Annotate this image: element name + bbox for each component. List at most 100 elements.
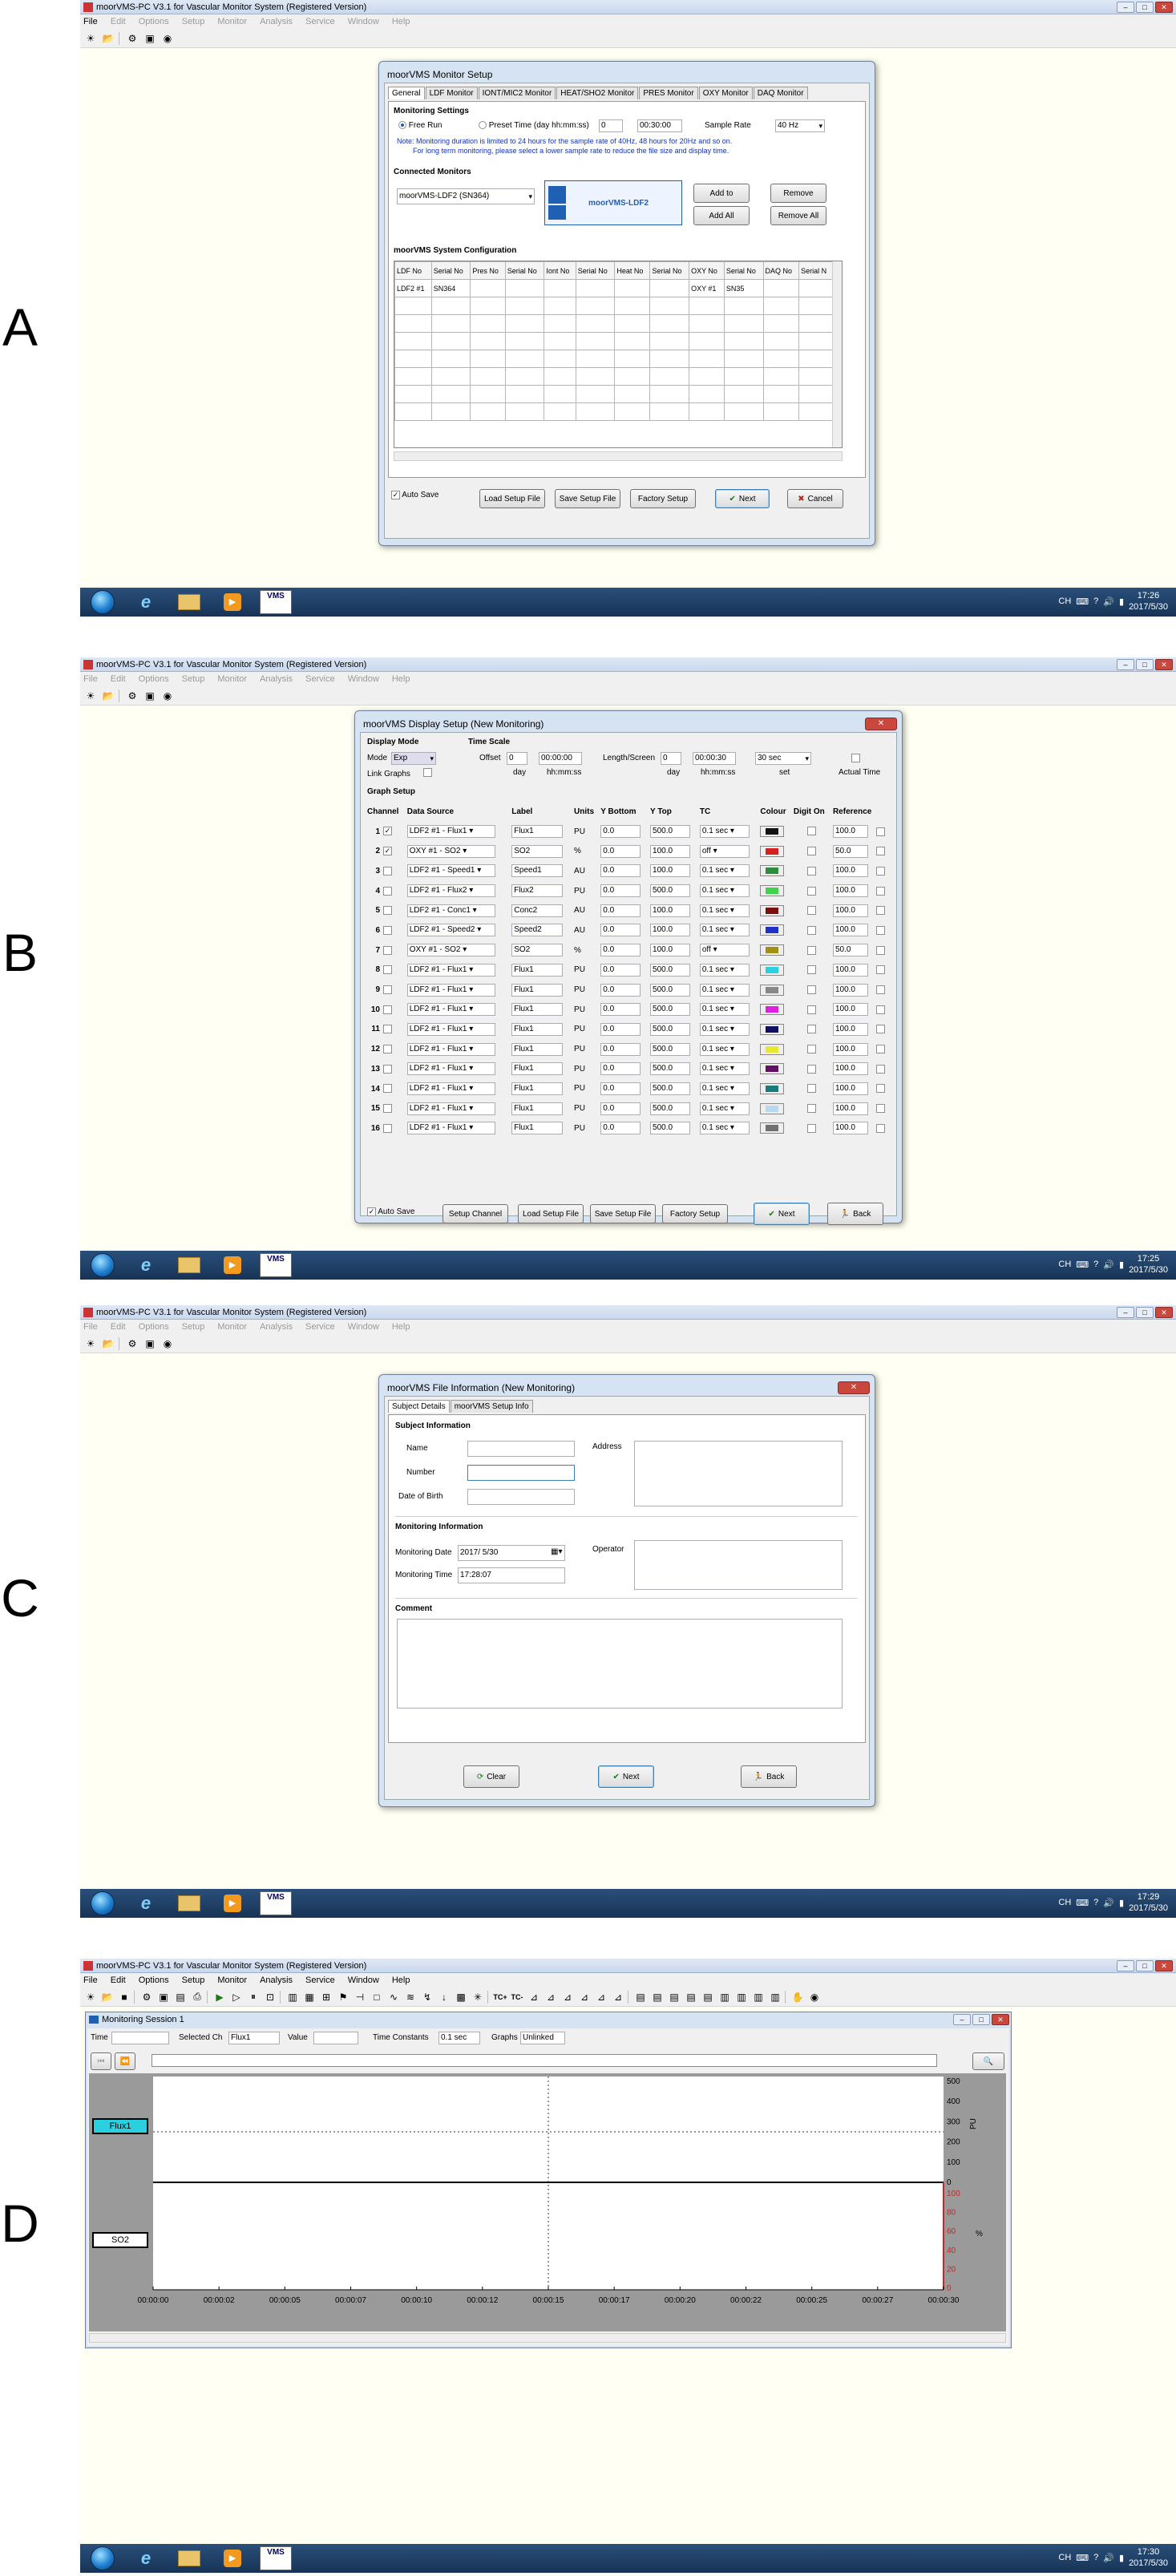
config-cell[interactable]	[723, 402, 764, 421]
flag-icon[interactable]: ⚑	[336, 1990, 350, 2004]
add-to-button[interactable]: Add to	[693, 184, 750, 203]
preset-time-option[interactable]: Preset Time (day hh:mm:ss)	[479, 121, 589, 130]
seconds-select[interactable]: 30 sec	[755, 752, 811, 765]
time-constant-select[interactable]: 0.1 sec ▾	[699, 1122, 750, 1135]
channel-label-field[interactable]: Flux1	[511, 963, 564, 977]
config-cell[interactable]	[798, 402, 834, 421]
config-cell[interactable]	[544, 297, 576, 315]
config-cell[interactable]	[649, 385, 690, 403]
menu-setup[interactable]: Setup	[182, 674, 205, 684]
new-icon[interactable]: ☀	[83, 689, 98, 703]
close-button[interactable]: ✕	[1155, 658, 1173, 670]
vms-taskbar-item[interactable]: VMS	[258, 1891, 293, 1915]
config-cell[interactable]	[723, 297, 764, 315]
vms-taskbar-item[interactable]: VMS	[258, 2546, 293, 2570]
config-cell[interactable]	[394, 332, 432, 350]
channel-label-field[interactable]: Flux1	[511, 1042, 564, 1056]
remove-button[interactable]: Remove	[770, 184, 826, 203]
config-cell[interactable]	[614, 279, 651, 297]
menu-options[interactable]: Options	[139, 674, 169, 684]
reference-checkbox[interactable]	[875, 886, 885, 896]
comment-field[interactable]	[397, 1619, 843, 1709]
session-close-button[interactable]: ✕	[992, 2014, 1009, 2025]
data-source-select[interactable]: LDF2 #1 - Flux1 ▾	[406, 1082, 495, 1095]
reference-field[interactable]: 100.0	[832, 884, 868, 898]
measure-6-icon[interactable]: ⊿	[611, 1990, 625, 2004]
colour-swatch-button[interactable]	[760, 1082, 785, 1094]
help-icon[interactable]: ?	[1093, 1898, 1098, 1907]
y-top-field[interactable]: 500.0	[650, 1042, 691, 1056]
config-cell[interactable]	[614, 402, 651, 421]
y-top-field[interactable]: 500.0	[650, 983, 691, 997]
time-constant-select[interactable]: 0.1 sec ▾	[699, 1042, 750, 1056]
clock[interactable]: 17:26 2017/5/30	[1129, 590, 1168, 613]
setup-icon[interactable]: ⚙	[125, 31, 139, 46]
menu-service[interactable]: Service	[305, 1975, 335, 1985]
factory-setup-button[interactable]: Factory Setup	[630, 489, 696, 508]
channel-enable-checkbox[interactable]	[383, 925, 392, 935]
menu-setup[interactable]: Setup	[182, 1322, 205, 1332]
config-cell[interactable]	[798, 297, 834, 315]
close-button[interactable]: ✕	[1155, 1306, 1173, 1318]
monitor-icon[interactable]: ◉	[807, 1990, 822, 2004]
config-cell[interactable]	[470, 402, 506, 421]
back-button[interactable]: 🏃 Back	[741, 1765, 797, 1788]
auto-save-option[interactable]: ✓ Auto Save	[367, 1207, 414, 1216]
menu-setup[interactable]: Setup	[182, 1975, 205, 1985]
preset-time-field[interactable]: 00:30:00	[637, 119, 682, 132]
volume-icon[interactable]: 🔊	[1103, 2553, 1114, 2563]
reference-checkbox[interactable]	[875, 1104, 885, 1114]
layout-7-icon[interactable]: ▥	[734, 1990, 749, 2004]
y-top-field[interactable]: 500.0	[650, 1022, 691, 1036]
config-cell[interactable]	[544, 279, 576, 297]
data-source-select[interactable]: OXY #1 - SO2 ▾	[406, 944, 495, 957]
marker-icon[interactable]: ▥	[285, 1990, 300, 2004]
menu-monitor[interactable]: Monitor	[217, 17, 247, 26]
measure-4-icon[interactable]: ⊿	[577, 1990, 592, 2004]
config-cell[interactable]	[504, 367, 545, 386]
config-cell[interactable]	[430, 385, 471, 403]
layout-3-icon[interactable]: ▤	[667, 1990, 681, 2004]
tab-general[interactable]: General	[388, 87, 425, 99]
config-cell[interactable]	[762, 385, 800, 403]
reference-field[interactable]: 100.0	[832, 1102, 868, 1115]
ie-icon[interactable]: e	[128, 1891, 164, 1915]
tab-subject-details[interactable]: Subject Details	[388, 1400, 450, 1413]
config-cell[interactable]	[504, 297, 545, 315]
menu-file[interactable]: File	[83, 1322, 98, 1332]
config-cell[interactable]	[649, 279, 690, 297]
config-table-wrap[interactable]: LDF No Serial No Pres No Serial No Iont No Se…	[394, 261, 843, 448]
tab-pres-monitor[interactable]: PRES Monitor	[639, 87, 698, 99]
clock[interactable]: 17:29 2017/5/30	[1129, 1891, 1168, 1914]
config-cell[interactable]: LDF2 #1	[394, 279, 432, 297]
config-cell[interactable]	[689, 314, 725, 333]
config-cell[interactable]	[394, 385, 432, 403]
config-cell[interactable]	[762, 279, 800, 297]
cursor-icon[interactable]: ⊣	[353, 1990, 367, 2004]
data-source-select[interactable]: LDF2 #1 - Flux1 ▾	[406, 825, 495, 839]
channel-enable-checkbox[interactable]	[383, 1045, 392, 1054]
ie-icon[interactable]: e	[128, 1253, 164, 1277]
config-cell[interactable]	[430, 332, 471, 350]
config-cell[interactable]	[394, 367, 432, 386]
network-icon[interactable]: ▮	[1119, 1260, 1124, 1270]
config-cell[interactable]	[649, 297, 690, 315]
digit-on-checkbox[interactable]	[806, 945, 816, 955]
language-indicator[interactable]: CH	[1058, 596, 1071, 606]
colour-swatch-button[interactable]	[760, 924, 785, 936]
config-cell[interactable]	[723, 314, 764, 333]
reference-field[interactable]: 50.0	[832, 844, 868, 858]
display-icon[interactable]: ▣	[143, 689, 157, 703]
measure-2-icon[interactable]: ⊿	[544, 1990, 558, 2004]
network-icon[interactable]: ▮	[1119, 2553, 1124, 2563]
reference-checkbox[interactable]	[875, 945, 885, 955]
clear-button[interactable]: ⟳ Clear	[463, 1765, 519, 1788]
folder-icon[interactable]	[172, 1891, 207, 1915]
data-source-select[interactable]: LDF2 #1 - Speed1 ▾	[406, 864, 495, 878]
config-cell[interactable]	[504, 314, 545, 333]
step-icon[interactable]: ▷	[229, 1990, 244, 2004]
y-bottom-field[interactable]: 0.0	[600, 1062, 641, 1076]
setup-icon[interactable]: ⚙	[139, 1990, 154, 2004]
time-constant-select[interactable]: 0.1 sec ▾	[699, 884, 750, 898]
table-row[interactable]	[394, 367, 834, 386]
